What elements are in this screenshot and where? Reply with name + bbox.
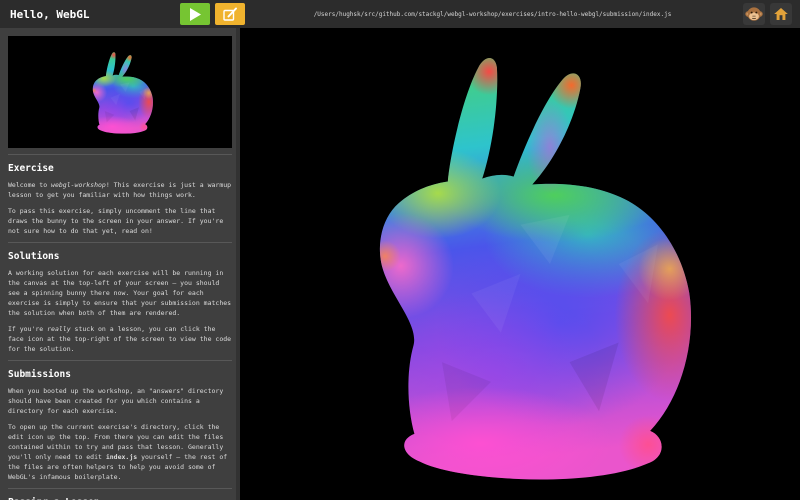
edit-button[interactable] bbox=[215, 3, 245, 25]
bunny-render bbox=[324, 48, 717, 480]
sidebar: Exercise Welcome to webgl-workshop! This… bbox=[0, 28, 240, 500]
home-icon bbox=[773, 6, 789, 22]
text-fragment-code: index.js bbox=[106, 453, 137, 461]
solution-button[interactable] bbox=[743, 3, 765, 25]
lesson-paragraph: Welcome to webgl-workshop! This exercise… bbox=[8, 180, 232, 200]
text-fragment-italic: webgl-workshop bbox=[51, 181, 106, 189]
lesson-paragraph: To open up the current exercise's direct… bbox=[8, 422, 232, 482]
run-button[interactable] bbox=[180, 3, 210, 25]
main-layout: Exercise Welcome to webgl-workshop! This… bbox=[0, 28, 800, 500]
lesson-paragraph: If you're really stuck on a lesson, you … bbox=[8, 324, 232, 354]
lesson-paragraph: When you booted up the workshop, an "ans… bbox=[8, 386, 232, 416]
sidebar-scrollbar[interactable] bbox=[236, 28, 240, 500]
text-fragment: If you're bbox=[8, 325, 47, 333]
file-path: /Users/hughsk/src/github.com/stackgl/web… bbox=[250, 11, 735, 18]
exercise-title: Hello, WebGL bbox=[0, 8, 180, 21]
solution-preview-canvas bbox=[8, 36, 232, 148]
lesson-section-submissions: Submissions When you booted up the works… bbox=[8, 360, 232, 482]
lesson-section-passing: Passing a Lesson bbox=[8, 488, 232, 500]
section-heading: Exercise bbox=[8, 163, 232, 174]
pencil-icon bbox=[223, 7, 238, 21]
home-button[interactable] bbox=[770, 3, 792, 25]
lesson-paragraph: A working solution for each exercise wil… bbox=[8, 268, 232, 318]
text-fragment: Welcome to bbox=[8, 181, 51, 189]
section-heading: Solutions bbox=[8, 251, 232, 262]
submission-canvas bbox=[240, 28, 800, 500]
monkey-face-icon bbox=[745, 5, 763, 23]
text-fragment-italic: really bbox=[47, 325, 70, 333]
lesson-section-solutions: Solutions A working solution for each ex… bbox=[8, 242, 232, 354]
section-heading: Submissions bbox=[8, 369, 232, 380]
play-icon bbox=[190, 8, 201, 21]
topbar-right-icons bbox=[735, 3, 800, 25]
lesson-section-exercise: Exercise Welcome to webgl-workshop! This… bbox=[8, 154, 232, 236]
solution-bunny-preview bbox=[82, 50, 158, 134]
topbar: Hello, WebGL /Users/hughsk/src/github.co… bbox=[0, 0, 800, 28]
lesson-paragraph: To pass this exercise, simply uncomment … bbox=[8, 206, 232, 236]
